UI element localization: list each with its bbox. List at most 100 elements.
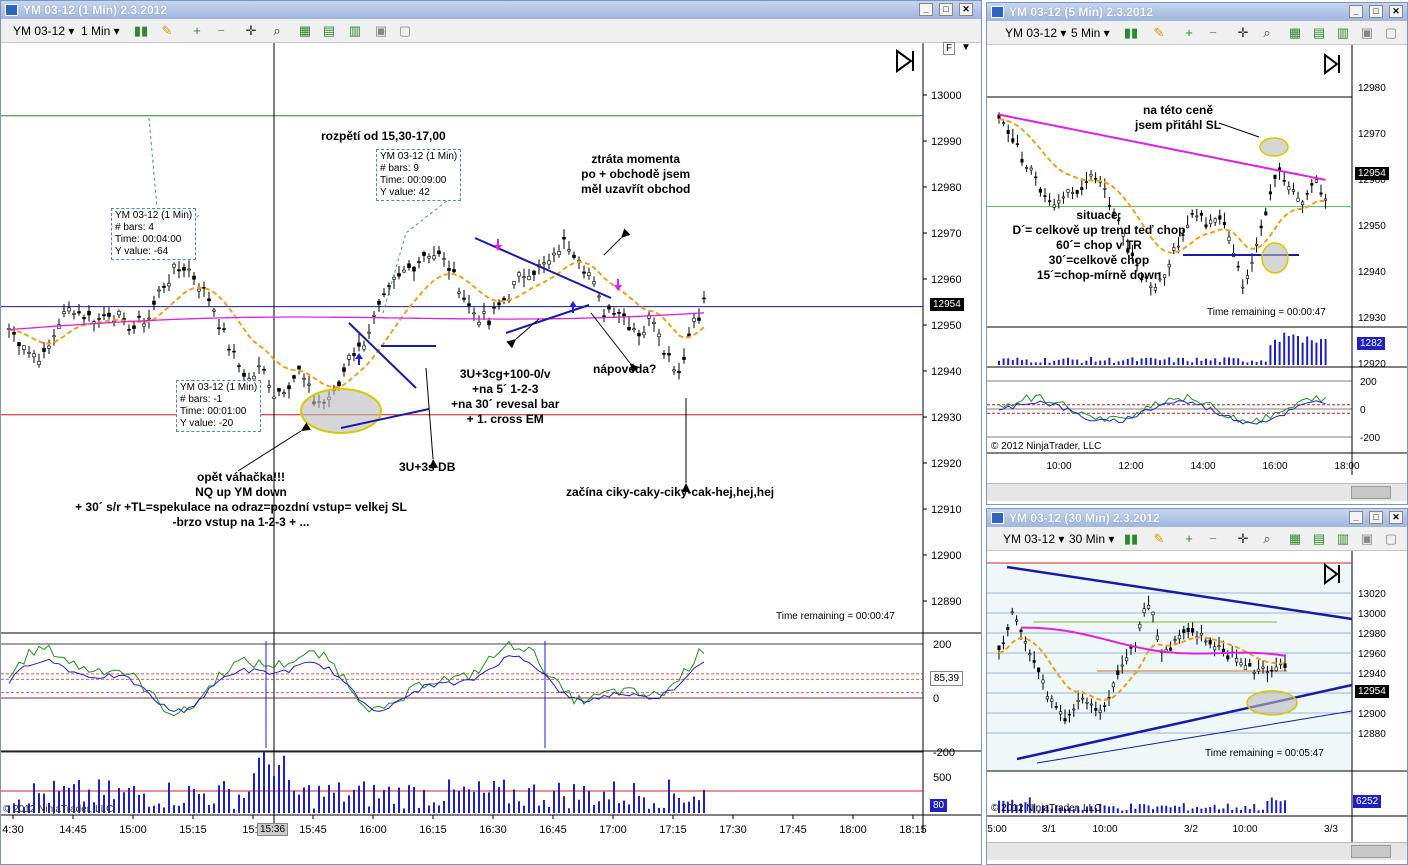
magnifier-icon[interactable]: ⌕ bbox=[269, 23, 285, 39]
indicators-icon[interactable]: ▦ bbox=[1287, 25, 1303, 41]
magnifier-icon[interactable]: ⌕ bbox=[1259, 531, 1275, 547]
pencil-icon[interactable]: ✎ bbox=[159, 23, 175, 39]
interval-select[interactable]: 30 Min ▾ bbox=[1069, 531, 1114, 547]
price-candle bbox=[427, 256, 431, 259]
zoom-out-icon[interactable]: − bbox=[1205, 531, 1221, 547]
close-button[interactable]: ✕ bbox=[1389, 5, 1403, 18]
price-candle bbox=[1085, 701, 1089, 704]
scroll-thumb[interactable] bbox=[1351, 486, 1391, 499]
price-candle bbox=[252, 375, 256, 380]
interval-label: 5 Min bbox=[1071, 26, 1101, 40]
chart-properties-icon[interactable]: ▥ bbox=[1335, 25, 1351, 41]
price-candle bbox=[672, 369, 676, 372]
price-candle bbox=[212, 309, 216, 312]
panel-f-button[interactable]: F bbox=[943, 42, 956, 55]
price-candle bbox=[1120, 664, 1124, 667]
bar-type-icon[interactable]: ▮▮ bbox=[133, 23, 149, 39]
zoom-out-icon[interactable]: − bbox=[1205, 25, 1221, 41]
zoom-in-icon[interactable]: + bbox=[1181, 25, 1197, 41]
price-candle bbox=[167, 283, 171, 287]
chart-window-30min: YM 03-12 (30 Min) 2.3.2012 _ □ ✕ YM 03-1… bbox=[986, 508, 1408, 865]
copyright-label: © 2012 NinjaTrader, LLC bbox=[991, 803, 1102, 814]
price-candle bbox=[67, 307, 71, 312]
magnifier-icon[interactable]: ⌕ bbox=[1259, 25, 1275, 41]
horizontal-scrollbar[interactable] bbox=[987, 842, 1407, 860]
crosshair-icon[interactable]: ✛ bbox=[1235, 531, 1251, 547]
close-button[interactable]: ✕ bbox=[1389, 511, 1403, 524]
instrument-select[interactable]: YM 03-12 ▾ bbox=[1003, 531, 1064, 547]
share-icon[interactable]: ▢ bbox=[1383, 531, 1399, 547]
minimize-button[interactable]: _ bbox=[919, 3, 933, 16]
data-box-icon[interactable]: ▣ bbox=[1359, 25, 1375, 41]
window-title: YM 03-12 (5 Min) 2.3.2012 bbox=[1009, 5, 1154, 19]
osc-blue-line bbox=[8, 655, 705, 714]
pencil-icon[interactable]: ✎ bbox=[1151, 25, 1167, 41]
maximize-button[interactable]: □ bbox=[939, 3, 953, 16]
price-candle bbox=[1067, 713, 1071, 716]
instrument-select[interactable]: YM 03-12 ▾ bbox=[1005, 25, 1066, 41]
price-chart-30min[interactable]: 1302013000129801296012940129201290012880… bbox=[987, 551, 1408, 865]
interval-label: 30 Min bbox=[1069, 532, 1106, 546]
minimize-button[interactable]: _ bbox=[1349, 5, 1363, 18]
time-tick-label: 15:15 bbox=[179, 824, 207, 836]
crosshair-icon[interactable]: ✛ bbox=[243, 23, 259, 39]
data-box-icon[interactable]: ▣ bbox=[1359, 531, 1375, 547]
window-titlebar[interactable]: YM 03-12 (1 Min) 2.3.2012 _ □ ✕ bbox=[1, 1, 981, 19]
price-candle bbox=[277, 387, 281, 392]
time-tick-label: 10:00 bbox=[1046, 461, 1071, 472]
price-candle bbox=[292, 375, 296, 379]
app-icon bbox=[991, 512, 1004, 524]
zoom-out-icon[interactable]: − bbox=[213, 23, 229, 39]
price-candle bbox=[272, 396, 276, 399]
window-titlebar[interactable]: YM 03-12 (5 Min) 2.3.2012 _ □ ✕ bbox=[987, 3, 1407, 21]
chart-properties-icon[interactable]: ▥ bbox=[1335, 531, 1351, 547]
minimize-button[interactable]: _ bbox=[1349, 511, 1363, 524]
close-button[interactable]: ✕ bbox=[959, 3, 973, 16]
current-price-tag: 12954 bbox=[1355, 167, 1389, 180]
time-tick-label: 17:15 bbox=[659, 824, 687, 836]
panel-collapse-button[interactable]: ▼ bbox=[961, 42, 971, 53]
bar-type-icon[interactable]: ▮▮ bbox=[1123, 25, 1139, 41]
strategies-icon[interactable]: ▤ bbox=[321, 23, 337, 39]
data-box-icon[interactable]: ▣ bbox=[373, 23, 389, 39]
window-titlebar[interactable]: YM 03-12 (30 Min) 2.3.2012 _ □ ✕ bbox=[987, 509, 1407, 527]
zoom-in-icon[interactable]: + bbox=[189, 23, 205, 39]
price-candle bbox=[497, 302, 501, 306]
bar-type-icon[interactable]: ▮▮ bbox=[1123, 531, 1139, 547]
price-candle bbox=[302, 377, 306, 380]
interval-select[interactable]: 1 Min ▾ bbox=[81, 23, 120, 39]
maximize-button[interactable]: □ bbox=[1369, 5, 1383, 18]
price-candle bbox=[1006, 130, 1010, 134]
strategies-icon[interactable]: ▤ bbox=[1311, 25, 1327, 41]
crosshair-icon[interactable]: ✛ bbox=[1235, 25, 1251, 41]
price-candle bbox=[1103, 705, 1107, 707]
share-icon[interactable]: ▢ bbox=[1383, 25, 1399, 41]
price-candle bbox=[1248, 662, 1252, 667]
interval-select[interactable]: 5 Min ▾ bbox=[1071, 25, 1110, 41]
strategies-icon[interactable]: ▤ bbox=[1311, 531, 1327, 547]
zoom-in-icon[interactable]: + bbox=[1181, 531, 1197, 547]
price-candle bbox=[587, 272, 591, 277]
current-price-tag: 12954 bbox=[1355, 685, 1389, 698]
pencil-icon[interactable]: ✎ bbox=[1151, 531, 1167, 547]
price-candle bbox=[627, 327, 631, 331]
time-remaining-label: Time remaining = 00:00:47 bbox=[1207, 307, 1326, 318]
price-candle bbox=[1066, 189, 1070, 193]
share-icon[interactable]: ▢ bbox=[397, 23, 413, 39]
horizontal-scrollbar[interactable] bbox=[987, 483, 1407, 501]
indicators-icon[interactable]: ▦ bbox=[1287, 531, 1303, 547]
chart-properties-icon[interactable]: ▥ bbox=[347, 23, 363, 39]
price-candle bbox=[267, 385, 271, 388]
price-candle bbox=[1057, 199, 1061, 204]
indicators-icon[interactable]: ▦ bbox=[297, 23, 313, 39]
price-candle bbox=[597, 295, 601, 298]
time-remaining-label: Time remaining = 00:00:47 bbox=[776, 611, 895, 622]
price-chart-1min[interactable]: 13000 12990 12980 12970 12960 12950 12940 12930… bbox=[1, 43, 982, 865]
scroll-thumb[interactable] bbox=[1351, 845, 1391, 858]
price-candle bbox=[1076, 700, 1080, 702]
maximize-button[interactable]: □ bbox=[1369, 511, 1383, 524]
instrument-select[interactable]: YM 03-12 ▾ bbox=[13, 23, 74, 39]
price-candle bbox=[622, 313, 626, 317]
price-candle bbox=[467, 303, 471, 307]
price-candle bbox=[422, 251, 426, 256]
